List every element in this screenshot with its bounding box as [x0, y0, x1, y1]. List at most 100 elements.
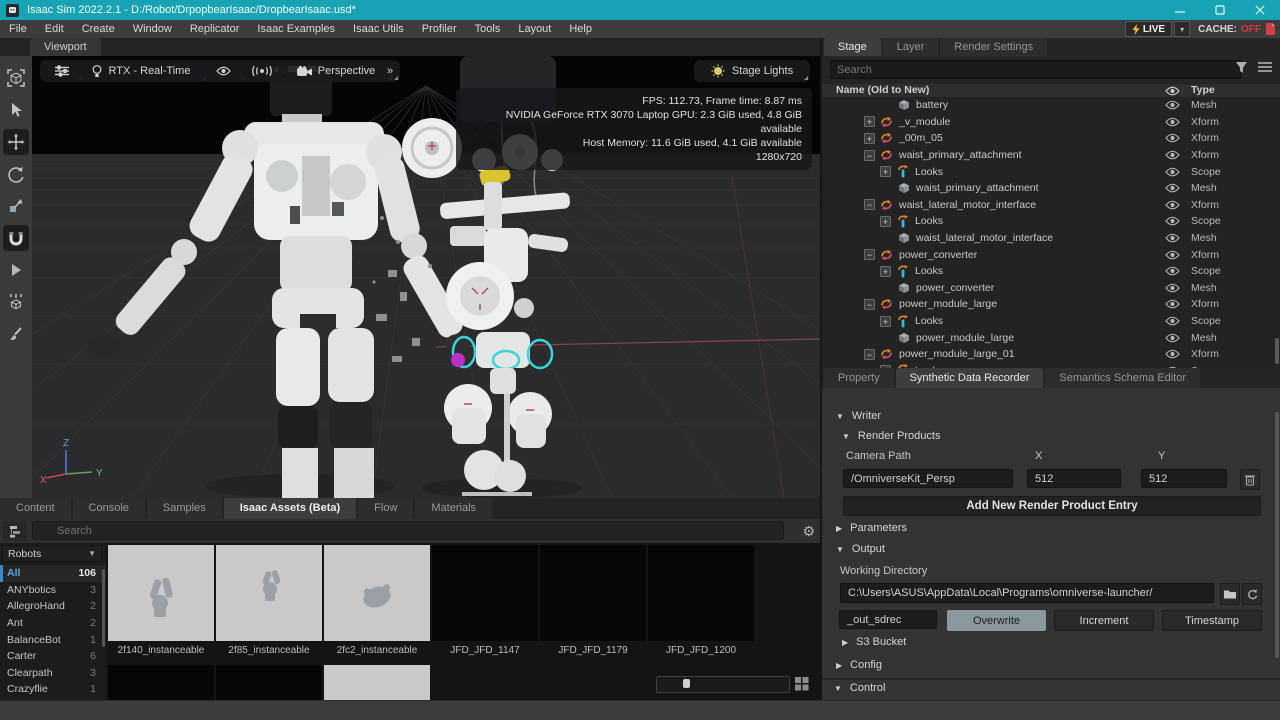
stage-row[interactable]: batteryMesh [822, 97, 1280, 114]
select-tool[interactable] [3, 97, 29, 123]
stage-row[interactable]: −power_converterXform [822, 246, 1280, 263]
stage-row[interactable]: +LooksScope [822, 213, 1280, 230]
live-sync-button[interactable]: LIVE [1125, 21, 1172, 37]
tab-flow[interactable]: Flow [358, 498, 413, 519]
delete-entry-button[interactable] [1240, 469, 1260, 490]
refresh-icon[interactable] [1242, 583, 1262, 605]
asset-thumbnail[interactable] [432, 545, 538, 641]
tab-content[interactable]: Content [0, 498, 71, 519]
close-button[interactable] [1240, 0, 1280, 20]
paint-tool[interactable] [3, 321, 29, 347]
stage-row[interactable]: −waist_primary_attachmentXform [822, 147, 1280, 164]
visibility-eye-icon[interactable] [1163, 117, 1181, 127]
expander-icon[interactable]: + [880, 266, 891, 277]
menu-window[interactable]: Window [124, 20, 181, 38]
thumbnail-size-slider[interactable] [656, 676, 790, 693]
tab-layer[interactable]: Layer [883, 38, 939, 56]
asset-search-input[interactable] [32, 521, 784, 540]
category-dropdown[interactable]: Robots ▼ [2, 545, 102, 562]
visibility-eye-icon[interactable] [1163, 266, 1181, 276]
visibility-eye-icon[interactable] [1163, 349, 1181, 359]
working-directory-input[interactable] [840, 583, 1214, 603]
tab-console[interactable]: Console [73, 498, 145, 519]
section-s3-bucket[interactable]: ▶S3 Bucket [842, 636, 906, 648]
maximize-button[interactable] [1200, 0, 1240, 20]
tab-render-settings[interactable]: Render Settings [940, 38, 1047, 56]
section-control[interactable]: ▼Control [834, 682, 885, 694]
tree-view-toggle-icon[interactable] [3, 521, 27, 541]
expander-icon[interactable]: + [864, 133, 875, 144]
move-tool[interactable] [3, 129, 29, 155]
gear-settings-icon[interactable]: ⚙ [802, 521, 815, 541]
column-type[interactable]: Type [1191, 84, 1215, 96]
browse-folder-icon[interactable] [1220, 583, 1240, 605]
asset-thumbnail[interactable] [108, 545, 214, 641]
section-render-products[interactable]: ▼Render Products [842, 430, 940, 442]
play-button[interactable] [3, 257, 29, 283]
stage-row[interactable]: +_v_moduleXform [822, 114, 1280, 131]
category-carter[interactable]: Carter6 [0, 648, 106, 665]
tab-stage[interactable]: Stage [824, 38, 881, 56]
camera-selector[interactable]: Perspective [278, 60, 394, 82]
stage-scrollbar[interactable] [1275, 338, 1279, 364]
visibility-eye-icon[interactable] [1163, 233, 1181, 243]
renderer-selector[interactable]: RTX - Real-Time [74, 60, 208, 82]
visibility-eye-icon[interactable] [1163, 167, 1181, 177]
category-anybotics[interactable]: ANYbotics3 [0, 582, 106, 599]
expander-icon[interactable]: + [880, 216, 891, 227]
stage-column-header[interactable]: Name (Old to New) Type [822, 84, 1280, 97]
section-writer[interactable]: ▼Writer [836, 410, 881, 422]
snap-magnet-tool[interactable] [3, 225, 29, 251]
stage-row[interactable]: +LooksScope [822, 163, 1280, 180]
visibility-eye-icon[interactable] [1163, 316, 1181, 326]
toolbar-expand-chevrons[interactable]: » [380, 60, 400, 82]
tab-isaac-assets[interactable]: Isaac Assets (Beta) [224, 498, 356, 519]
category-clearpath[interactable]: Clearpath3 [0, 665, 106, 682]
visibility-eye-icon[interactable] [1163, 150, 1181, 160]
menu-create[interactable]: Create [73, 20, 124, 38]
slider-handle[interactable] [683, 679, 690, 688]
expander-icon[interactable]: − [864, 299, 875, 310]
expander-icon[interactable]: − [864, 199, 875, 210]
category-scrollbar[interactable] [102, 569, 105, 647]
frame-select-tool[interactable] [3, 65, 29, 91]
menu-help[interactable]: Help [560, 20, 601, 38]
output-folder-name-input[interactable] [839, 610, 937, 629]
menu-isaac-utils[interactable]: Isaac Utils [344, 20, 413, 38]
tab-viewport[interactable]: Viewport [30, 38, 101, 56]
menu-profiler[interactable]: Profiler [413, 20, 466, 38]
asset-thumbnail-partial[interactable] [108, 665, 214, 700]
asset-thumbnail-partial[interactable] [216, 665, 322, 700]
camera-path-input[interactable] [843, 469, 1013, 488]
tab-property[interactable]: Property [824, 368, 894, 388]
y-input[interactable] [1141, 469, 1227, 488]
visibility-eye-icon[interactable] [1163, 100, 1181, 110]
tab-samples[interactable]: Samples [147, 498, 222, 519]
visibility-eye-icon[interactable] [1163, 333, 1181, 343]
minimize-button[interactable] [1160, 0, 1200, 20]
visibility-eye-icon[interactable] [1163, 283, 1181, 293]
tab-materials[interactable]: Materials [415, 498, 492, 519]
stage-row[interactable]: +LooksScope [822, 263, 1280, 280]
visibility-eye-icon[interactable] [1163, 200, 1181, 210]
asset-thumbnail[interactable] [648, 545, 754, 641]
stage-row[interactable]: −power_module_large_01Xform [822, 346, 1280, 363]
expander-icon[interactable]: + [864, 116, 875, 127]
add-render-product-button[interactable]: Add New Render Product Entry [843, 496, 1261, 516]
asset-thumbnail-partial[interactable] [324, 665, 430, 700]
scale-tool[interactable] [3, 193, 29, 219]
visibility-eye-icon[interactable] [1163, 216, 1181, 226]
asset-thumbnail[interactable] [540, 545, 646, 641]
stage-row[interactable]: −waist_lateral_motor_interfaceXform [822, 197, 1280, 214]
stage-row[interactable]: −power_module_largeXform [822, 296, 1280, 313]
stage-row[interactable]: +_00m_05Xform [822, 130, 1280, 147]
stage-row[interactable]: waist_lateral_motor_interfaceMesh [822, 230, 1280, 247]
category-balancebot[interactable]: BalanceBot1 [0, 631, 106, 648]
timestamp-mode-button[interactable]: Timestamp [1162, 610, 1262, 631]
section-output[interactable]: ▼Output [836, 543, 885, 555]
column-name[interactable]: Name (Old to New) [836, 84, 929, 96]
live-dropdown[interactable]: ▾ [1174, 21, 1190, 37]
filter-icon[interactable] [1235, 61, 1248, 74]
tab-semantics-schema-editor[interactable]: Semantics Schema Editor [1045, 368, 1200, 388]
visibility-eye-icon[interactable] [1163, 299, 1181, 309]
